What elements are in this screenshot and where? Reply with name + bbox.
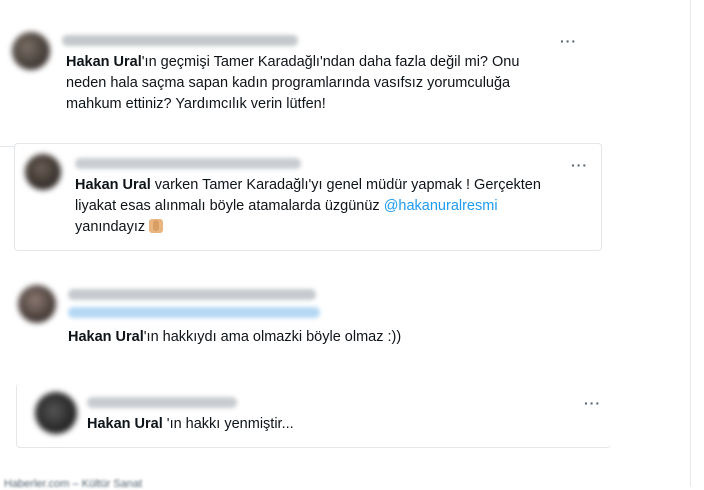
avatar[interactable] (18, 285, 56, 323)
tweet-body-end: yanındayız (75, 219, 146, 235)
avatar[interactable] (35, 392, 77, 434)
footer-caption: Haberler.com – Kültür Sanat (4, 478, 143, 490)
user-mention-link[interactable]: @hakanuralresmi (384, 198, 498, 214)
folded-hands-icon (149, 219, 164, 233)
avatar[interactable] (12, 32, 50, 70)
tweet-text: Hakan Ural'ın hakkıydı ama olmazki böyle… (68, 327, 568, 348)
scrollbar-track[interactable] (690, 0, 704, 487)
tweet-screenshot-panel: ··· Hakan Ural'ın geçmişi Tamer Karadağl… (0, 0, 704, 490)
tweet-body: 'ın hakkı yenmiştir... (162, 416, 294, 432)
blurred-username (62, 35, 298, 46)
blurred-handle (68, 307, 320, 318)
blurred-username (68, 289, 316, 300)
more-options-button[interactable]: ··· (560, 34, 577, 48)
more-options-button[interactable]: ··· (584, 396, 601, 410)
more-options-button[interactable]: ··· (571, 158, 588, 172)
tweet-text: Hakan Ural 'ın hakkı yenmiştir... (87, 414, 567, 435)
tweet-card-1[interactable]: ··· Hakan Ural'ın geçmişi Tamer Karadağl… (0, 18, 596, 147)
avatar[interactable] (25, 154, 61, 190)
tweet-body: 'ın hakkıydı ama olmazki böyle olmaz :)) (143, 329, 402, 345)
tweet-card-4[interactable]: ··· Hakan Ural 'ın hakkı yenmiştir... (16, 383, 611, 448)
author-mention[interactable]: Hakan Ural (87, 416, 163, 432)
tweet-text: Hakan Ural'ın geçmişi Tamer Karadağlı'nd… (66, 52, 556, 115)
blurred-username (87, 397, 237, 408)
tweet-card-3[interactable]: Hakan Ural'ın hakkıydı ama olmazki böyle… (0, 272, 600, 368)
tweet-card-2[interactable]: ··· Hakan Ural varken Tamer Karadağlı'yı… (14, 143, 602, 251)
author-mention[interactable]: Hakan Ural (68, 329, 144, 345)
author-mention[interactable]: Hakan Ural (75, 177, 151, 193)
tweet-text: Hakan Ural varken Tamer Karadağlı'yı gen… (75, 175, 565, 238)
blurred-username (75, 158, 301, 169)
author-mention[interactable]: Hakan Ural (66, 54, 142, 70)
